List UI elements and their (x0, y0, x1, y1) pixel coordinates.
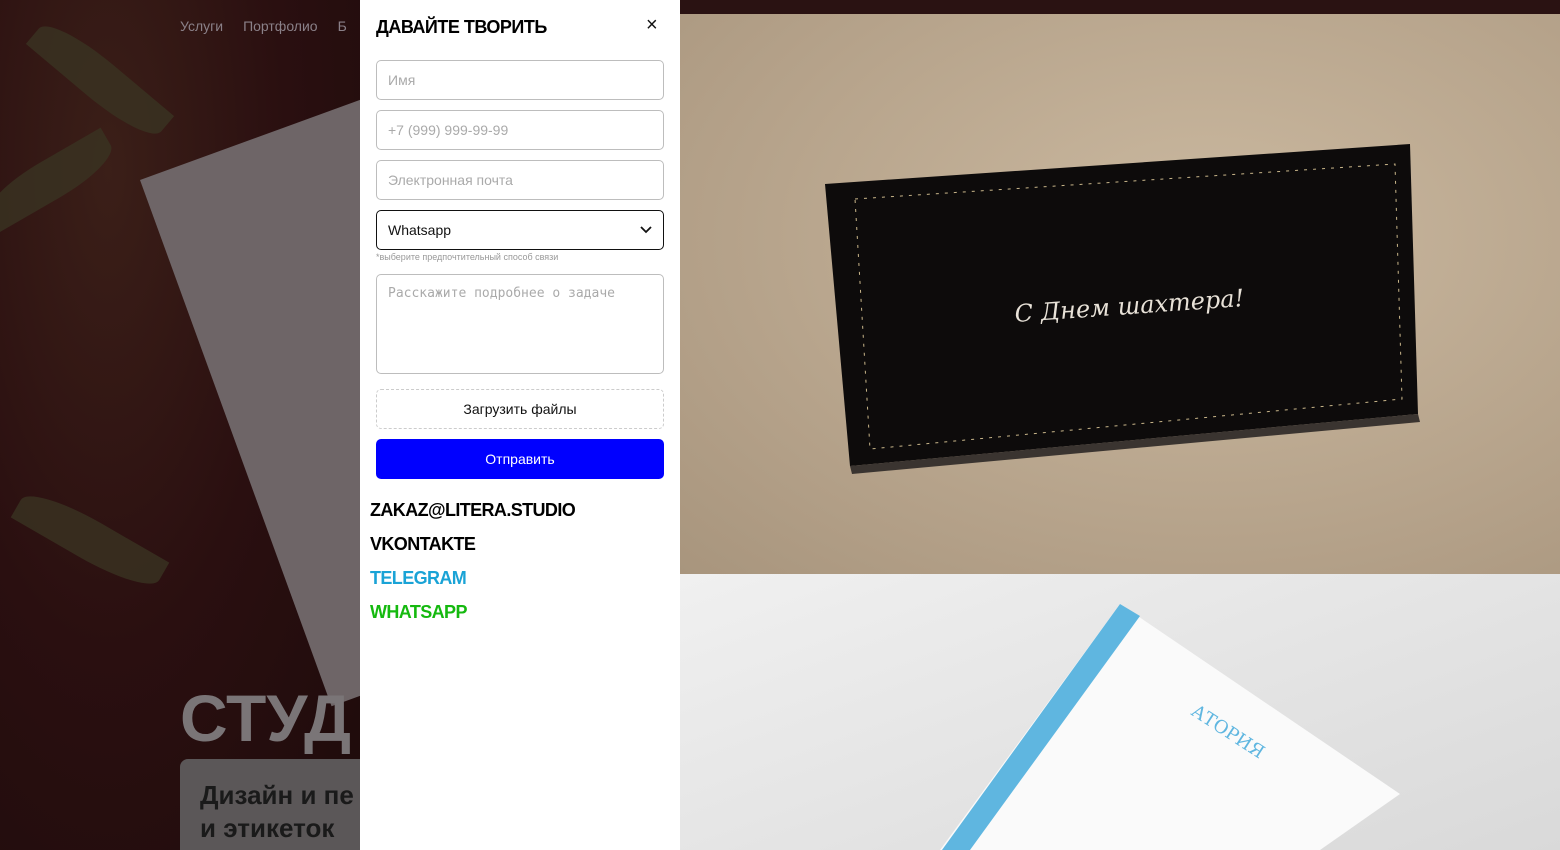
email-link[interactable]: ZAKAZ@LITERA.STUDIO (370, 500, 576, 521)
upload-files-button[interactable]: Загрузить файлы (376, 389, 664, 429)
phone-input[interactable]: +7 (999) 999-99-99 (376, 110, 664, 150)
portfolio-gallery: С Днем шахтера! АТОРИЯ (680, 14, 1560, 850)
nav-more[interactable]: Б (338, 18, 347, 34)
telegram-link[interactable]: TELEGRAM (370, 568, 467, 589)
name-placeholder: Имя (388, 72, 416, 88)
email-input[interactable]: Электронная почта (376, 160, 664, 200)
poster-image (140, 77, 360, 707)
top-nav: Услуги Портфолио Б (180, 18, 347, 34)
submit-button[interactable]: Отправить (376, 439, 664, 479)
nav-portfolio[interactable]: Портфолио (243, 18, 318, 34)
hero-subtitle-2: и этикеток (200, 812, 335, 843)
name-input[interactable]: Имя (376, 60, 664, 100)
modal-title: ДАВАЙТЕ ТВОРИТЬ (376, 17, 547, 37)
message-textarea[interactable]: Расскажите подробнее о задаче (376, 274, 664, 374)
letterhead-image: АТОРИЯ (680, 574, 1560, 850)
hero-subtitle-1: Дизайн и пе (200, 780, 354, 810)
phone-placeholder: +7 (999) 999-99-99 (388, 122, 509, 138)
hero-card: Дизайн и пе и этикеток (180, 759, 360, 850)
greeting-card: С Днем шахтера! (825, 144, 1420, 474)
chevron-down-icon (640, 226, 652, 234)
greeting-card-image: С Днем шахтера! (680, 14, 1560, 574)
letterhead: АТОРИЯ (940, 604, 1400, 850)
background-page: Услуги Портфолио Б СТУД Дизайн и пе и эт… (0, 0, 360, 850)
hero-title: СТУД (180, 681, 352, 755)
whatsapp-link[interactable]: WHATSAPP (370, 602, 467, 623)
close-icon[interactable]: × (646, 14, 658, 37)
contact-modal: ДАВАЙТЕ ТВОРИТЬ × Имя +7 (999) 999-99-99… (360, 0, 680, 850)
email-placeholder: Электронная почта (388, 172, 513, 188)
vkontakte-link[interactable]: VKONTAKTE (370, 534, 476, 555)
contact-hint: *выберите предпочтительный способ связи (376, 252, 559, 262)
contact-method-value: Whatsapp (388, 222, 452, 238)
nav-services[interactable]: Услуги (180, 18, 223, 34)
message-placeholder: Расскажите подробнее о задаче (388, 286, 615, 301)
contact-method-select[interactable]: Whatsapp (376, 210, 664, 250)
